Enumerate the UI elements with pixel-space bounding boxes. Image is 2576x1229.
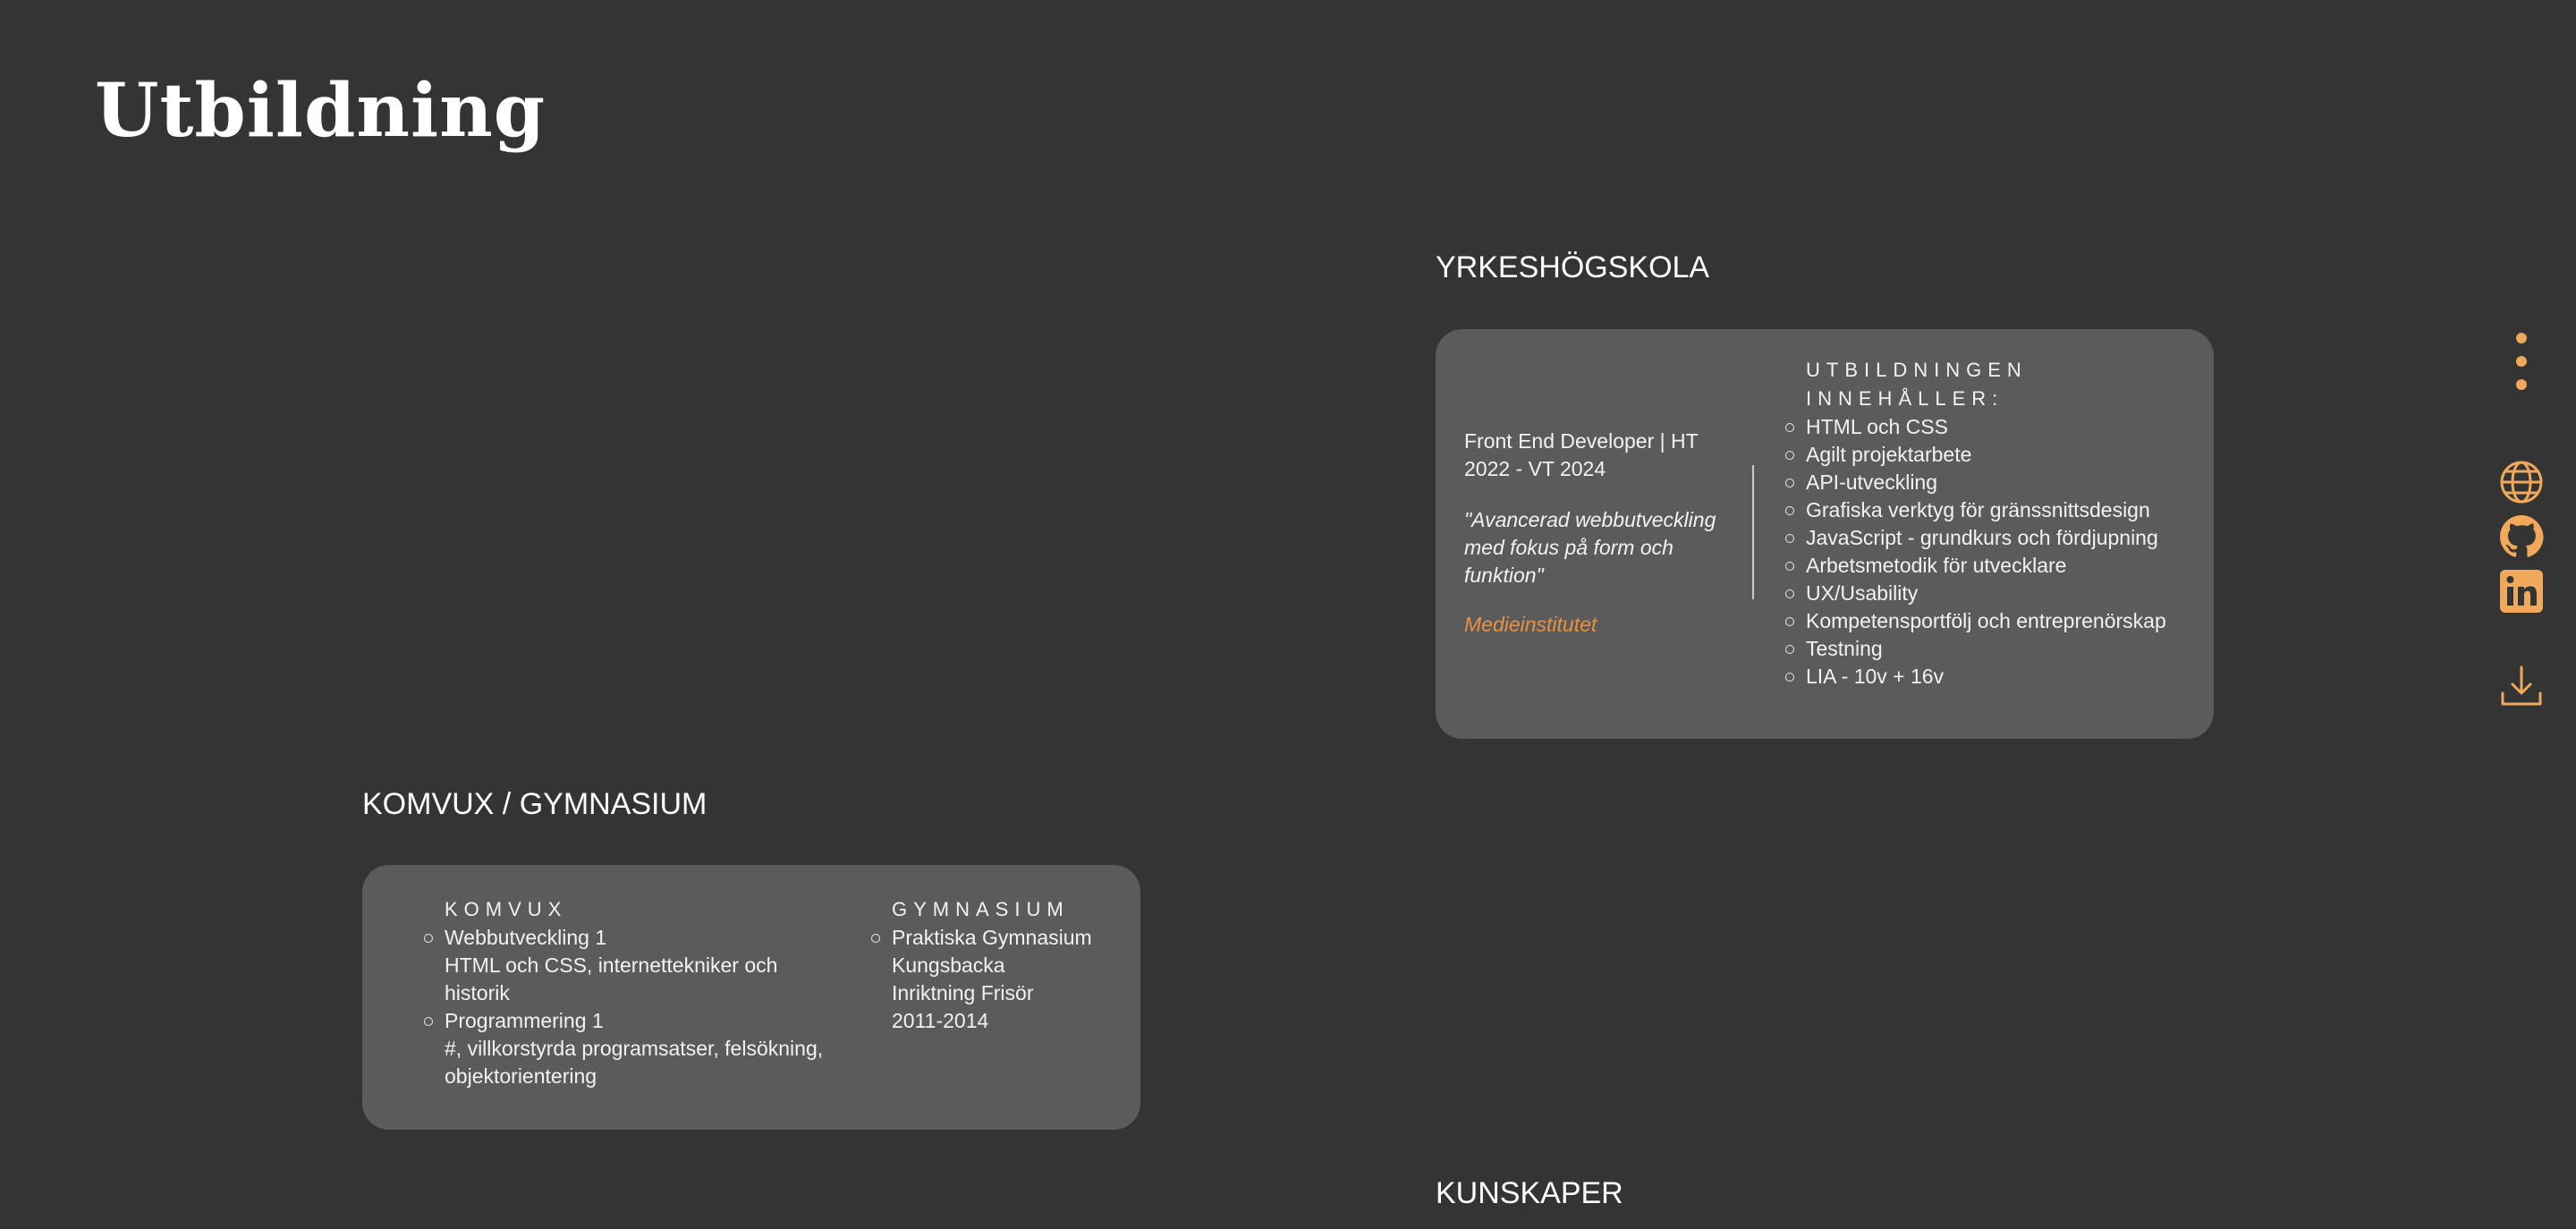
- content-heading: UTBILDNINGEN INNEHÅLLER:: [1806, 359, 2028, 410]
- section-heading-yrkeshogskola: YRKESHÖGSKOLA: [1436, 250, 1710, 284]
- gymnasium-list: Praktiska Gymnasium Kungsbacka Inriktnin…: [871, 924, 1115, 1035]
- komvux-column: KOMVUX Webbutveckling 1 HTML och CSS, in…: [424, 895, 847, 1090]
- gymnasium-track: Inriktning Frisör: [892, 981, 1034, 1004]
- school-link[interactable]: Medieinstitutet: [1464, 613, 1724, 637]
- list-item: API-utveckling: [1785, 469, 2199, 496]
- komvux-gymnasium-card: KOMVUX Webbutveckling 1 HTML och CSS, in…: [362, 865, 1140, 1130]
- program-content: UTBILDNINGEN INNEHÅLLER: HTML och CSS Ag…: [1785, 356, 2199, 691]
- globe-icon[interactable]: [2499, 460, 2544, 504]
- list-item: HTML och CSS: [1785, 413, 2199, 441]
- gymnasium-heading: GYMNASIUM: [892, 898, 1070, 920]
- gymnasium-years: 2011-2014: [892, 1009, 989, 1032]
- list-item: Praktiska Gymnasium Kungsbacka Inriktnin…: [871, 924, 1115, 1035]
- list-item: Programmering 1 #, villkorstyrda program…: [424, 1007, 847, 1090]
- list-item: JavaScript - grundkurs och fördjupning: [1785, 524, 2199, 552]
- divider: [1752, 465, 1754, 599]
- komvux-list: Webbutveckling 1 HTML och CSS, internett…: [424, 924, 847, 1090]
- github-icon[interactable]: [2499, 514, 2544, 559]
- page-title: Utbildning: [95, 68, 547, 154]
- section-heading-kunskaper: KUNSKAPER: [1436, 1176, 1623, 1210]
- more-vertical-icon[interactable]: [2511, 333, 2532, 390]
- list-item: Testning: [1785, 635, 2199, 663]
- content-list: HTML och CSS Agilt projektarbete API-utv…: [1785, 413, 2199, 691]
- course-title: Programmering 1: [445, 1009, 604, 1032]
- program-quote: "Avancerad webbutveckling med fokus på f…: [1464, 508, 1716, 587]
- list-item: Agilt projektarbete: [1785, 441, 2199, 469]
- linkedin-icon[interactable]: [2499, 569, 2544, 614]
- list-item: Kompetensportfölj och entreprenörskap: [1785, 607, 2199, 635]
- program-info: Front End Developer | HT 2022 - VT 2024 …: [1464, 428, 1724, 637]
- list-item: Webbutveckling 1 HTML och CSS, internett…: [424, 924, 847, 1007]
- list-item: Arbetsmetodik för utvecklare: [1785, 552, 2199, 580]
- download-icon[interactable]: [2499, 664, 2544, 708]
- program-title: Front End Developer | HT 2022 - VT 2024: [1464, 429, 1699, 480]
- yrkeshogskola-card: Front End Developer | HT 2022 - VT 2024 …: [1436, 329, 2214, 739]
- komvux-heading: KOMVUX: [445, 898, 568, 920]
- section-heading-komvux-gymnasium: KOMVUX / GYMNASIUM: [362, 787, 708, 821]
- gymnasium-column: GYMNASIUM Praktiska Gymnasium Kungsbacka…: [871, 895, 1115, 1035]
- course-title: Webbutveckling 1: [445, 926, 607, 949]
- course-detail: #, villkorstyrda programsatser, felsökni…: [445, 1037, 824, 1088]
- list-item: Grafiska verktyg för gränssnittsdesign: [1785, 496, 2199, 524]
- list-item: LIA - 10v + 16v: [1785, 663, 2199, 691]
- course-detail: HTML och CSS, internettekniker och histo…: [445, 954, 778, 1004]
- list-item: UX/Usability: [1785, 580, 2199, 607]
- gymnasium-school: Praktiska Gymnasium Kungsbacka: [892, 926, 1092, 977]
